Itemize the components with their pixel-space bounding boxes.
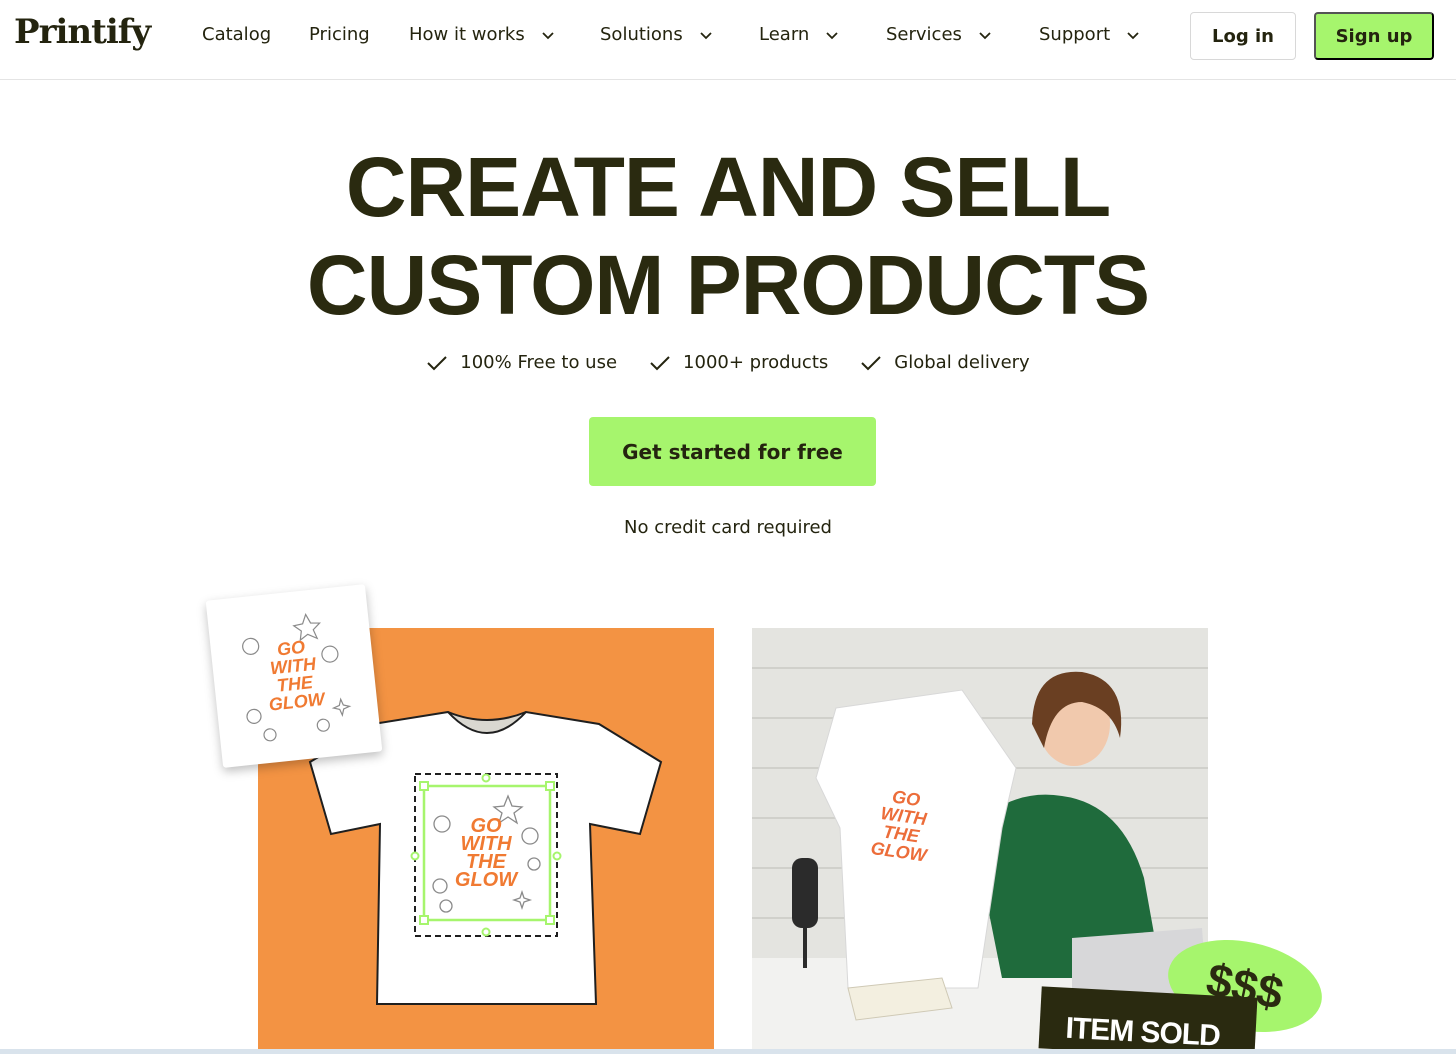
nav-catalog[interactable]: Catalog — [202, 24, 271, 45]
nav-support-label: Support — [1039, 24, 1111, 45]
signup-button[interactable]: Sign up — [1314, 12, 1434, 60]
item-sold-tag: ITEM SOLD — [1038, 986, 1258, 1054]
design-sticker-art: GO WITH THE GLOW — [242, 612, 352, 742]
no-credit-card-note: No credit card required — [624, 517, 832, 538]
page-bottom-divider — [0, 1049, 1456, 1054]
feature-label: 100% Free to use — [460, 352, 618, 373]
get-started-button[interactable]: Get started for free — [589, 417, 876, 486]
feature-list: 100% Free to use 1000+ products Global d… — [0, 352, 1456, 373]
nav-how-it-works-label: How it works — [409, 24, 525, 45]
design-text-line: GLOW — [455, 869, 519, 891]
feature-item: 1000+ products — [649, 352, 828, 373]
hero-title: CREATE AND SELL CUSTOM PRODUCTS — [0, 138, 1456, 334]
nav-learn[interactable]: Learn — [759, 24, 839, 45]
feature-item: Global delivery — [860, 352, 1030, 373]
login-button[interactable]: Log in — [1190, 12, 1296, 60]
design-sticker: GO WITH THE GLOW — [205, 584, 383, 768]
site-header: Printify Catalog Pricing How it works So… — [0, 0, 1456, 80]
feature-item: 100% Free to use — [426, 352, 617, 373]
chevron-down-icon — [979, 31, 991, 39]
nav-services[interactable]: Services — [886, 24, 992, 45]
nav-services-label: Services — [886, 24, 962, 45]
hero-title-line-2: CUSTOM PRODUCTS — [306, 238, 1150, 332]
nav-pricing-label: Pricing — [309, 24, 370, 45]
check-icon — [861, 355, 881, 370]
check-icon — [650, 355, 670, 370]
person-holding-shirt-illustration: GO WITH THE GLOW — [752, 628, 1208, 1050]
check-icon — [427, 355, 447, 370]
chevron-down-icon — [1127, 31, 1139, 39]
chevron-down-icon — [826, 31, 838, 39]
product-photo: GO WITH THE GLOW — [752, 628, 1208, 1050]
nav-support[interactable]: Support — [1039, 24, 1140, 45]
nav-how-it-works[interactable]: How it works — [409, 24, 555, 45]
hero-title-line-1: CREATE AND SELL — [345, 140, 1111, 234]
feature-label: 1000+ products — [683, 352, 829, 373]
chevron-down-icon — [700, 31, 712, 39]
feature-label: Global delivery — [894, 352, 1030, 373]
nav-solutions[interactable]: Solutions — [600, 24, 713, 45]
nav-catalog-label: Catalog — [202, 24, 272, 45]
nav-learn-label: Learn — [759, 24, 810, 45]
nav-solutions-label: Solutions — [600, 24, 683, 45]
chevron-down-icon — [542, 31, 554, 39]
nav-pricing[interactable]: Pricing — [309, 24, 370, 45]
